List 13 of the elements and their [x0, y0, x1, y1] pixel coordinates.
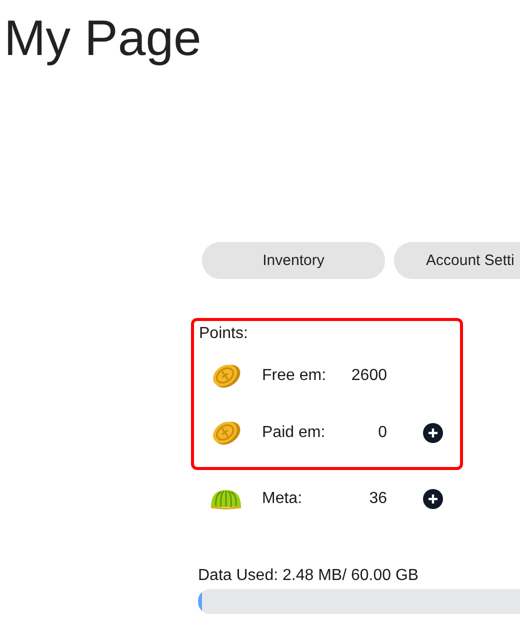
item-label: Meta: — [262, 490, 304, 508]
tab[interactable]: Inventory — [202, 242, 385, 279]
item-label: Free em: — [262, 366, 328, 384]
item-value: 2600 — [350, 366, 387, 384]
page-title: My Page — [3, 9, 202, 68]
item-label: Paid em: — [262, 424, 326, 442]
tab[interactable]: Account Setti — [394, 242, 520, 279]
points-heading: Points: — [199, 325, 249, 343]
item-value: 36 — [368, 490, 387, 508]
item-value: 0 — [377, 424, 387, 442]
add-button[interactable] — [423, 422, 443, 442]
data-used-label: Data Used: 2.48 MB/ 60.00 GB — [198, 567, 420, 585]
add-button[interactable] — [423, 488, 443, 508]
